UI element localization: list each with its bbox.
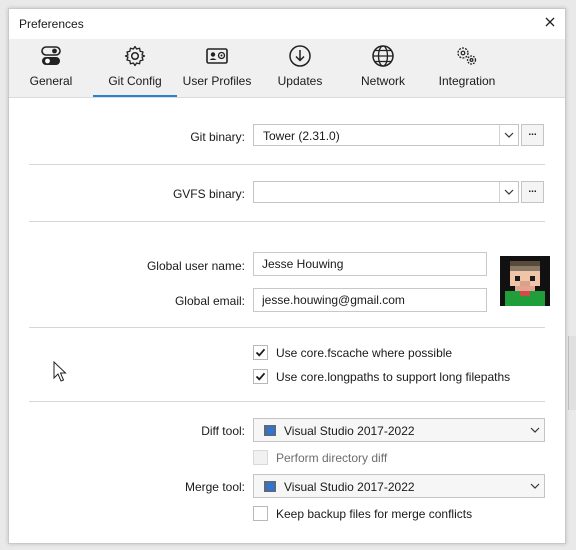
check-icon [255,372,266,381]
tab-label: User Profiles [182,74,252,88]
check-icon [255,348,266,357]
close-button[interactable] [541,13,559,31]
id-card-icon [206,48,228,64]
fscache-label: Use core.fscache where possible [276,346,453,360]
close-icon [545,17,555,27]
merge-tool-label: Merge tool: [184,480,245,494]
tab-label: Network [360,74,405,88]
preferences-tabs: General Git Config User Profiles Updates… [9,39,565,98]
globe-icon [372,45,394,67]
visual-studio-icon [264,481,276,492]
diff-tool-value: Visual Studio 2017-2022 [284,424,415,438]
git-binary-combobox[interactable]: Tower (2.31.0) [253,124,519,146]
keep-backup-label: Keep backup files for merge conflicts [276,507,473,521]
chevron-down-icon [530,483,540,489]
title-bar: Preferences [9,9,565,39]
user-name-label: Global user name: [146,259,245,273]
git-binary-label: Git binary: [190,130,245,144]
directory-diff-label: Perform directory diff [276,451,388,465]
merge-tool-dropdown-button[interactable] [526,475,544,497]
keep-backup-checkbox[interactable] [253,506,268,521]
tab-integration[interactable]: Integration [431,39,503,97]
merge-tool-value: Visual Studio 2017-2022 [284,480,415,494]
tab-label: Integration [438,74,496,88]
mouse-cursor-icon [53,361,67,382]
tab-label: General [29,74,73,88]
separator [29,164,545,165]
chevron-down-icon [504,132,514,138]
toggles-icon [41,46,61,65]
diff-tool-label: Diff tool: [201,424,245,438]
gvfs-binary-browse-button[interactable]: ... [521,181,544,203]
user-name-field[interactable] [253,252,487,276]
fscache-checkbox[interactable] [253,345,268,360]
longpaths-label: Use core.longpaths to support long filep… [276,370,511,384]
tab-updates[interactable]: Updates [267,39,333,97]
gvfs-binary-label: GVFS binary: [172,187,245,201]
longpaths-checkbox[interactable] [253,369,268,384]
diff-tool-select[interactable]: Visual Studio 2017-2022 [253,418,545,442]
diff-tool-dropdown-button[interactable] [526,419,544,441]
merge-tool-select[interactable]: Visual Studio 2017-2022 [253,474,545,498]
preferences-window: Preferences General Git Config User Prof… [8,8,566,544]
window-title: Preferences [19,17,84,31]
tab-user-profiles[interactable]: User Profiles [181,39,253,97]
gvfs-binary-combobox[interactable] [253,181,519,203]
email-input[interactable] [254,289,486,311]
avatar [500,256,550,306]
separator [29,221,545,222]
email-label: Global email: [174,294,245,308]
separator [29,401,545,402]
tab-git-config[interactable]: Git Config [93,39,177,97]
email-field[interactable] [253,288,487,312]
visual-studio-icon [264,425,276,436]
gear-icon [124,45,146,67]
tab-label: Updates [277,74,323,88]
separator [29,327,545,328]
git-binary-browse-button[interactable]: ... [521,124,544,146]
user-name-input[interactable] [254,253,486,275]
tab-label: Git Config [108,74,162,88]
gears-icon [457,47,477,65]
directory-diff-checkbox[interactable] [253,450,268,465]
background-window-edge [568,336,576,410]
chevron-down-icon [504,189,514,195]
download-icon [289,45,311,67]
git-binary-dropdown-button[interactable] [499,125,518,145]
chevron-down-icon [530,427,540,433]
tab-general[interactable]: General [23,39,79,97]
git-binary-value: Tower (2.31.0) [263,129,340,143]
tab-network[interactable]: Network [351,39,415,97]
gvfs-binary-dropdown-button[interactable] [499,182,518,202]
